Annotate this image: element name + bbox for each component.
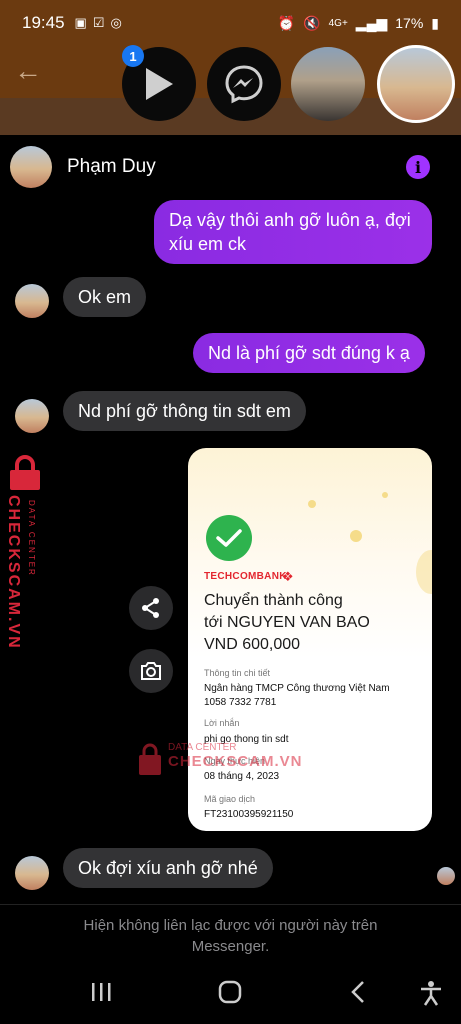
- watermark-brand: CHECKSCAM.VN: [5, 495, 22, 650]
- network-type: 4G+: [328, 17, 348, 29]
- message-incoming[interactable]: Nd phí gỡ thông tin sdt em: [63, 391, 306, 431]
- message-outgoing[interactable]: Dạ vậy thôi anh gỡ luôn ạ, đợi xíu em ck: [154, 200, 432, 264]
- unavailable-line-2: Messenger.: [191, 938, 270, 955]
- decor-dot: [416, 550, 432, 594]
- back-arrow-icon[interactable]: ←: [14, 55, 42, 87]
- details-bank: Ngân hàng TMCP Công thương Việt Nam: [204, 683, 390, 694]
- chat-head-avatar-active[interactable]: [377, 45, 455, 123]
- image-notification-icon: ▣: [74, 15, 87, 30]
- check-notification-icon: ☑: [92, 15, 105, 30]
- contact-avatar[interactable]: [10, 146, 52, 188]
- home-icon[interactable]: [218, 980, 242, 1004]
- seen-avatar: [437, 867, 455, 885]
- message-avatar: [15, 399, 49, 433]
- chat-head-avatar-1[interactable]: [291, 47, 365, 121]
- decor-dot: [308, 500, 316, 508]
- unavailable-line-1: Hiện không liên lạc được với người này t…: [83, 917, 378, 934]
- message-outgoing[interactable]: Nd là phí gỡ sdt đúng k ạ: [193, 333, 425, 373]
- message-avatar: [15, 856, 49, 890]
- check-icon: [206, 515, 252, 561]
- details-account: 1058 7332 7781: [204, 697, 277, 708]
- message-label: Lời nhắn: [204, 718, 240, 728]
- notification-icons: ▣ ☑ ◎: [75, 15, 122, 31]
- message-incoming[interactable]: Ok đợi xíu anh gỡ nhé: [63, 848, 273, 888]
- lock-icon: [139, 743, 161, 775]
- accessibility-icon[interactable]: [419, 980, 443, 1006]
- watermark-center-sub: DATA CENTER: [168, 742, 237, 753]
- watermark-center-brand: CHECKSCAM.VN: [168, 753, 303, 770]
- receipt-status: Chuyển thành công: [204, 592, 343, 609]
- lock-icon: [10, 455, 40, 490]
- share-button[interactable]: [129, 586, 173, 630]
- date-value: 08 tháng 4, 2023: [204, 771, 280, 782]
- status-time: 19:45: [22, 13, 65, 32]
- receipt-headline: Chuyển thành công tới NGUYEN VAN BAO VND…: [204, 590, 424, 656]
- details-label: Thông tin chi tiết: [204, 668, 271, 678]
- battery-level: 17%: [395, 15, 424, 31]
- watermark-center: DATA CENTER CHECKSCAM.VN: [138, 742, 303, 775]
- decor-dot: [382, 492, 388, 498]
- receipt-amount: VND 600,000: [204, 636, 301, 653]
- bank-logo-icon: ❖: [282, 569, 294, 584]
- status-right: ⏰ 🔇 4G+ ▂▄▆ 17% ▮: [278, 15, 439, 32]
- receipt-recipient: tới NGUYEN VAN BAO: [204, 614, 370, 631]
- info-icon[interactable]: i: [406, 155, 430, 179]
- contact-name[interactable]: Phạm Duy: [67, 156, 156, 178]
- message-avatar: [15, 284, 49, 318]
- watermark-sub: DATA CENTER: [27, 500, 36, 577]
- mute-icon: 🔇: [303, 14, 321, 31]
- messenger-notification-icon: ◎: [110, 15, 122, 30]
- messenger-icon: [225, 65, 263, 104]
- camera-icon: [141, 662, 161, 680]
- message-incoming[interactable]: Ok em: [63, 277, 147, 317]
- play-icon: [146, 68, 173, 100]
- messenger-chat-head[interactable]: [207, 47, 281, 121]
- unavailable-notice: Hiện không liên lạc được với người này t…: [0, 915, 461, 957]
- alarm-icon: ⏰: [277, 14, 296, 31]
- share-icon: [142, 598, 159, 618]
- battery-icon: ▮: [431, 14, 439, 31]
- transfer-receipt-image[interactable]: TECHCOMBANK ❖ Chuyển thành công tới NGUY…: [188, 448, 432, 831]
- footer-divider: [0, 904, 461, 905]
- recents-icon[interactable]: [90, 980, 112, 1004]
- notification-badge: 1: [122, 45, 144, 67]
- status-bar: 19:45 ▣ ☑ ◎ ⏰ 🔇 4G+ ▂▄▆ 17% ▮: [0, 0, 461, 46]
- txn-label: Mã giao dịch: [204, 794, 256, 804]
- save-image-button[interactable]: [129, 649, 173, 693]
- decor-dot: [350, 530, 362, 542]
- nav-back-icon[interactable]: [350, 980, 366, 1004]
- bank-name: TECHCOMBANK: [204, 571, 287, 582]
- txn-value: FT23100395921150: [204, 809, 294, 820]
- signal-icon: ▂▄▆: [355, 14, 388, 31]
